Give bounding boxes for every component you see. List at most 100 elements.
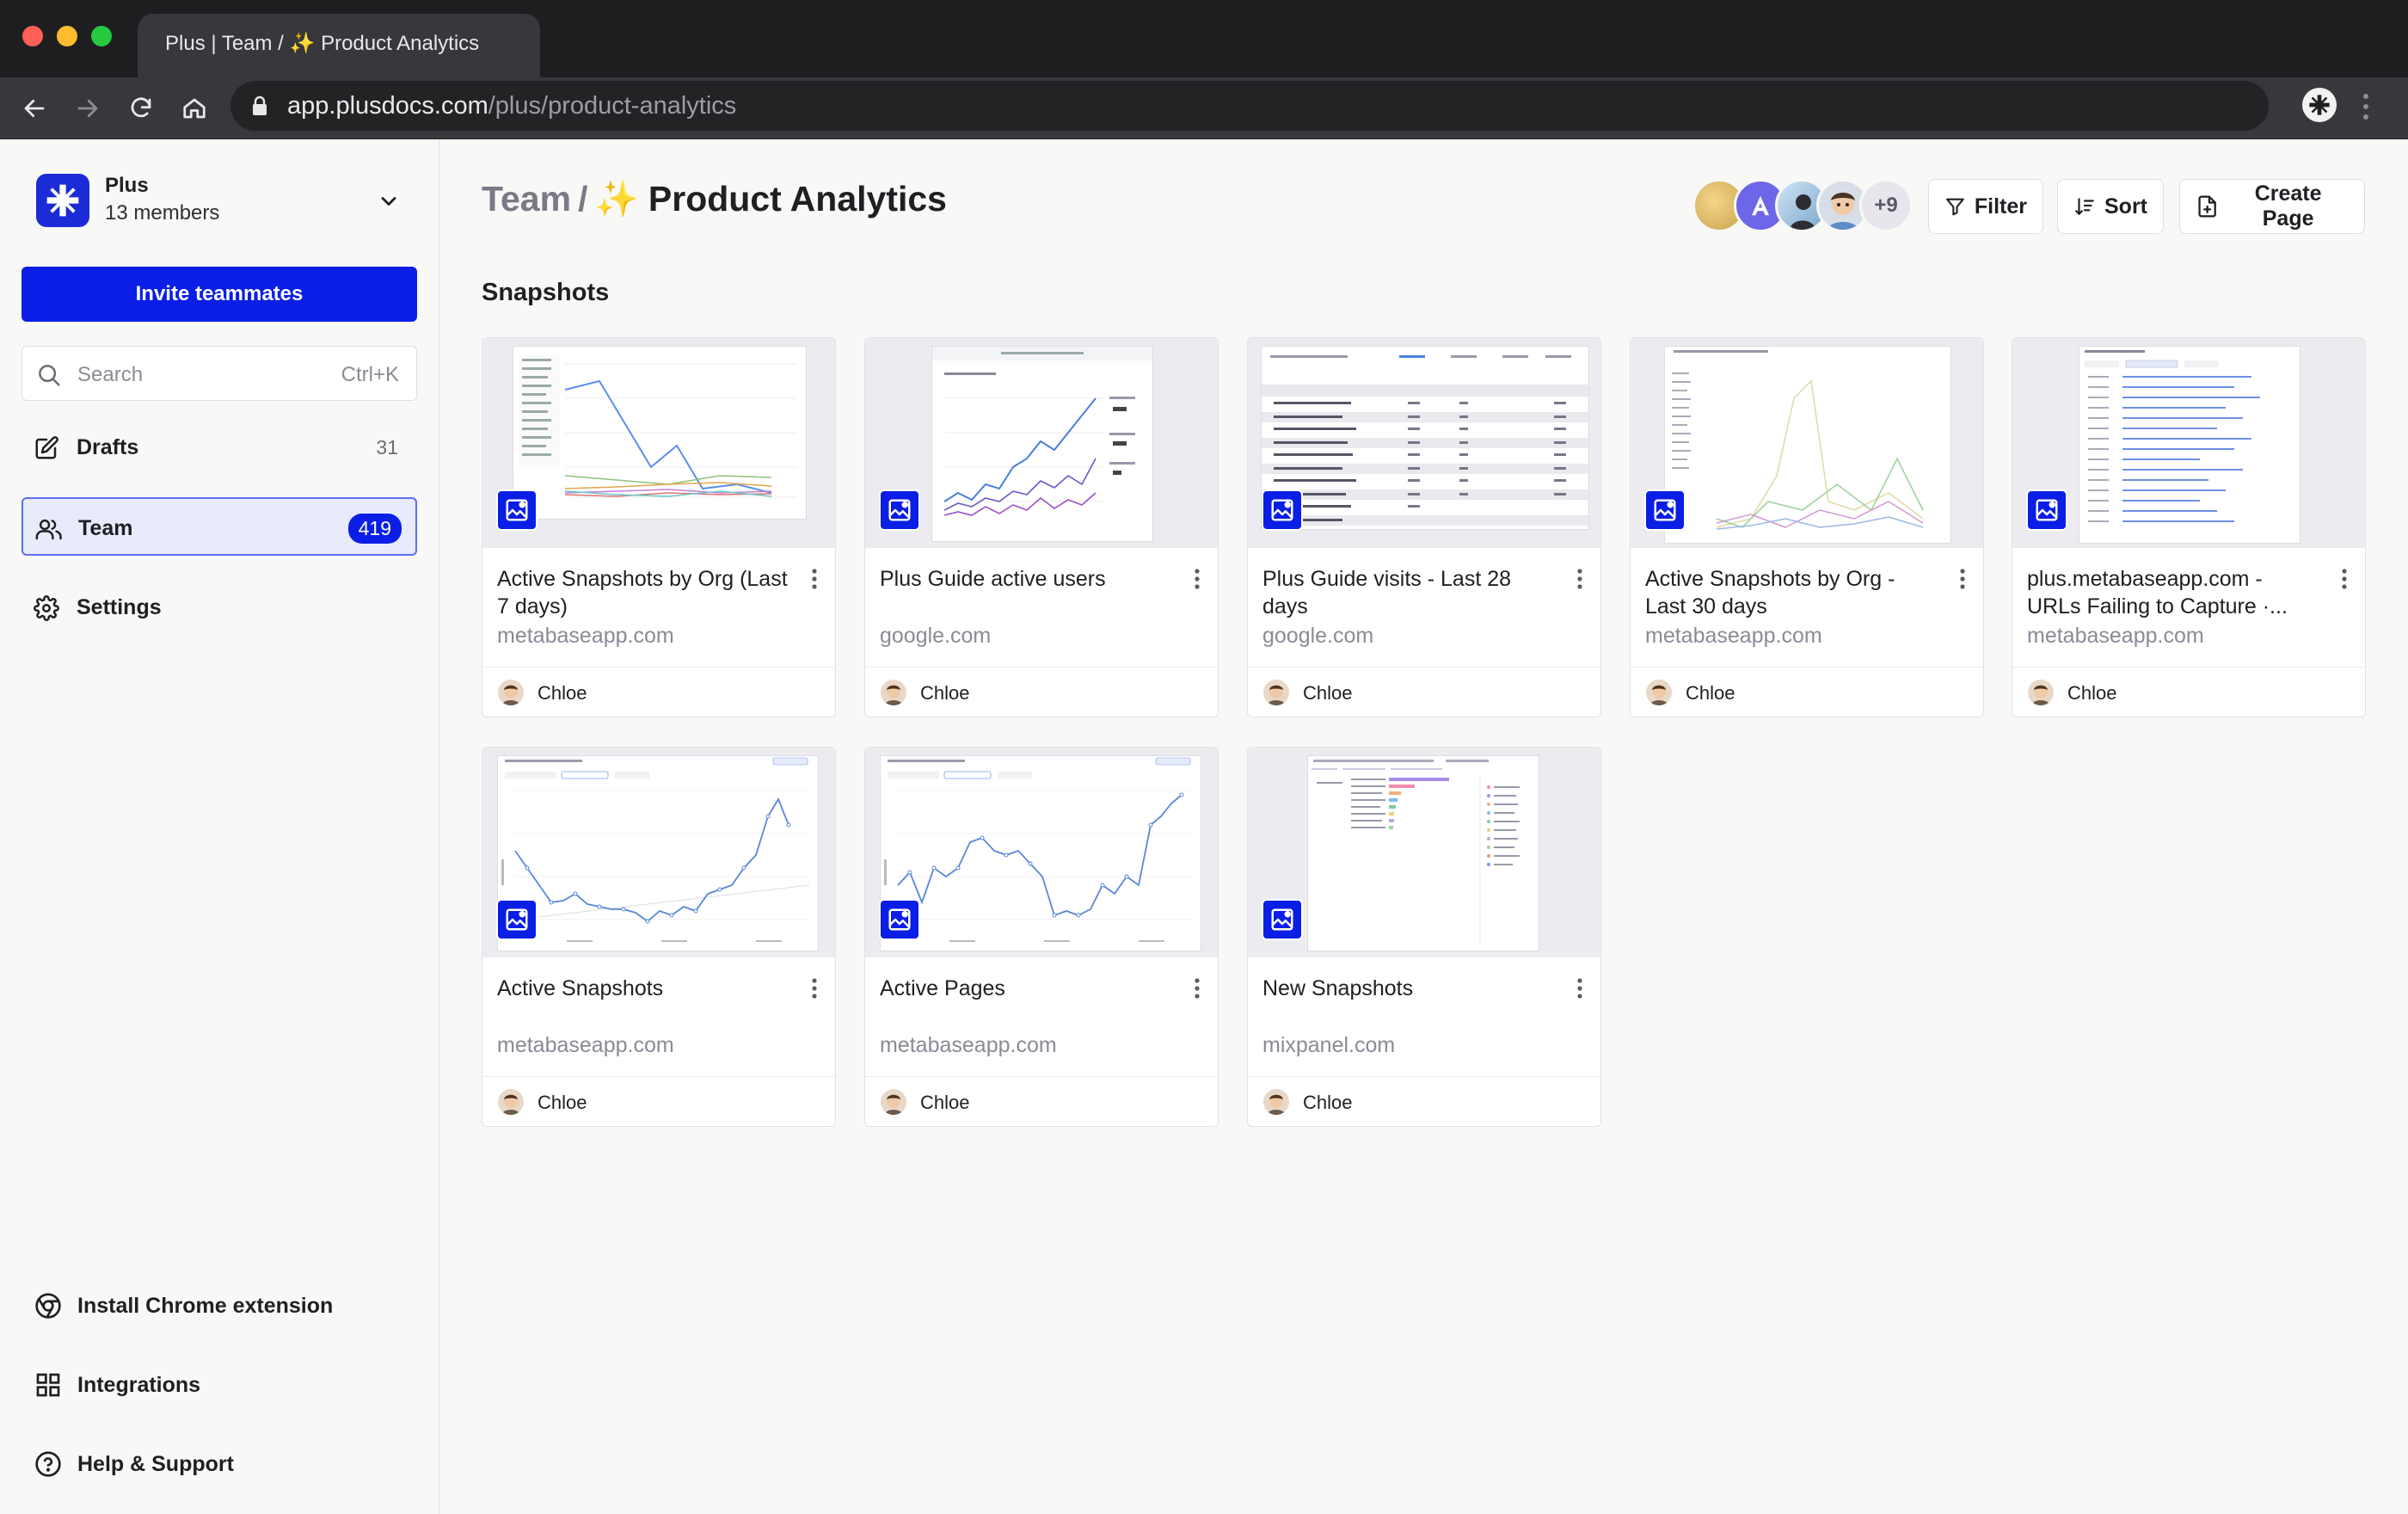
card-title[interactable]: Active Pages	[880, 975, 1172, 1002]
card-title[interactable]: New Snapshots	[1262, 975, 1555, 1002]
card-title[interactable]: Active Snapshots by Org (Last 7 days)	[497, 565, 789, 620]
snapshot-icon	[1262, 489, 1303, 531]
card-footer: Chloe	[482, 1076, 835, 1126]
plus-logo-icon	[2309, 95, 2330, 115]
card-domain: metabaseapp.com	[497, 1033, 674, 1057]
page-title: ✨ Product Analytics	[594, 179, 947, 218]
plus-extension-button[interactable]	[2302, 88, 2337, 122]
sidebar: Plus 13 members Invite teammates Search …	[0, 139, 440, 1514]
url-host: app.plusdocs.com	[287, 92, 488, 120]
kebab-menu-icon	[1577, 978, 1582, 999]
card-title[interactable]: plus.metabaseapp.com - URLs Failing to C…	[2027, 565, 2319, 620]
snapshot-card[interactable]: Active Snapshots by Org - Last 30 days m…	[1630, 337, 1984, 717]
maximize-window-button[interactable]	[91, 26, 112, 46]
invite-teammates-button[interactable]: Invite teammates	[22, 267, 417, 322]
search-input[interactable]: Search Ctrl+K	[22, 346, 417, 401]
reload-button[interactable]	[124, 91, 158, 126]
card-footer: Chloe	[2012, 667, 2365, 717]
address-bar[interactable]: app.plusdocs.com/plus/product-analytics	[230, 81, 2269, 131]
snapshot-thumbnail[interactable]	[865, 748, 1218, 957]
people-icon	[35, 519, 62, 540]
snapshot-thumbnail[interactable]	[482, 338, 835, 548]
card-title[interactable]: Plus Guide visits - Last 28 days	[1262, 565, 1555, 620]
browser-tab[interactable]: Plus | Team / ✨ Product Analytics	[138, 14, 540, 77]
lock-icon	[253, 95, 267, 115]
close-window-button[interactable]	[22, 26, 43, 46]
card-footer: Chloe	[865, 1076, 1218, 1126]
card-footer: Chloe	[482, 667, 835, 717]
filter-button[interactable]: Filter	[1928, 179, 2043, 234]
owner-avatar	[1646, 680, 1672, 705]
snapshot-card[interactable]: Plus Guide active users google.com Chloe	[864, 337, 1219, 717]
more-options-button[interactable]	[1570, 565, 1590, 593]
arrow-right-icon	[77, 99, 98, 118]
snapshot-card[interactable]: New Snapshots mixpanel.com Chloe	[1247, 747, 1601, 1127]
more-options-button[interactable]	[1187, 565, 1207, 593]
sort-icon	[2075, 198, 2094, 216]
edit-icon	[35, 436, 58, 459]
browser-menu-icon[interactable]	[2361, 89, 2371, 124]
snapshot-preview-image	[2079, 347, 2300, 543]
more-members-count[interactable]: +9	[1859, 179, 1913, 232]
snapshot-icon	[1262, 899, 1303, 940]
home-button[interactable]	[177, 91, 212, 126]
more-options-button[interactable]	[1952, 565, 1973, 593]
breadcrumb-team-link[interactable]: Team	[482, 179, 571, 218]
workspace-logo[interactable]	[36, 174, 89, 227]
card-title[interactable]: Plus Guide active users	[880, 565, 1172, 593]
snapshot-thumbnail[interactable]	[1248, 338, 1600, 548]
section-title-snapshots: Snapshots	[482, 279, 610, 306]
minimize-window-button[interactable]	[57, 26, 77, 46]
owner-avatar	[498, 680, 524, 705]
snapshot-thumbnail[interactable]	[865, 338, 1218, 548]
card-footer: Chloe	[865, 667, 1218, 717]
snapshot-preview-image	[1665, 347, 1950, 543]
snapshot-thumbnail[interactable]	[1248, 748, 1600, 957]
snapshot-card[interactable]: plus.metabaseapp.com - URLs Failing to C…	[2012, 337, 2366, 717]
card-title[interactable]: Active Snapshots by Org - Last 30 days	[1645, 565, 1938, 620]
snapshot-card[interactable]: Plus Guide visits - Last 28 days google.…	[1247, 337, 1601, 717]
kebab-menu-icon	[812, 978, 817, 999]
sort-label: Sort	[2104, 194, 2147, 218]
owner-name: Chloe	[1303, 1092, 1353, 1113]
filter-icon	[1946, 198, 1964, 216]
sidebar-item-label: Settings	[77, 595, 162, 619]
kebab-menu-icon	[1195, 569, 1200, 589]
card-footer: Chloe	[1631, 667, 1983, 717]
more-options-button[interactable]	[804, 565, 825, 593]
search-placeholder: Search	[77, 363, 144, 386]
owner-name: Chloe	[2067, 682, 2117, 704]
back-button[interactable]	[17, 91, 52, 126]
snapshot-preview-image	[513, 347, 806, 519]
more-options-button[interactable]	[804, 975, 825, 1002]
snapshot-thumbnail[interactable]	[482, 748, 835, 957]
snapshot-preview-image	[1308, 756, 1539, 951]
browser-title-bar: Plus | Team / ✨ Product Analytics	[0, 0, 2408, 77]
card-footer: Chloe	[1248, 667, 1600, 717]
owner-name: Chloe	[538, 682, 587, 704]
footer-item-label: Install Chrome extension	[77, 1294, 334, 1318]
snapshot-thumbnail[interactable]	[1631, 338, 1983, 548]
more-options-button[interactable]	[1570, 975, 1590, 1002]
card-title[interactable]: Active Snapshots	[497, 975, 789, 1002]
create-page-button[interactable]: Create Page	[2179, 179, 2365, 234]
sidebar-item-drafts[interactable]: Drafts 31	[22, 418, 417, 477]
owner-avatar	[498, 1089, 524, 1115]
sidebar-item-label: Team	[78, 516, 133, 540]
create-page-label: Create Page	[2254, 182, 2322, 231]
sidebar-item-settings[interactable]: Settings	[22, 578, 417, 637]
more-options-button[interactable]	[1187, 975, 1207, 1002]
forward-button[interactable]	[71, 91, 105, 126]
snapshot-card[interactable]: Active Snapshots by Org (Last 7 days) me…	[482, 337, 836, 717]
snapshot-card[interactable]: Active Pages metabaseapp.com Chloe	[864, 747, 1219, 1127]
card-domain: metabaseapp.com	[497, 624, 674, 648]
chevron-down-icon[interactable]	[377, 189, 401, 213]
sort-button[interactable]: Sort	[2057, 179, 2164, 234]
gear-icon	[34, 595, 59, 621]
snapshot-thumbnail[interactable]	[2012, 338, 2365, 548]
more-options-button[interactable]	[2334, 565, 2355, 593]
browser-toolbar: app.plusdocs.com/plus/product-analytics	[0, 77, 2408, 139]
owner-name: Chloe	[1686, 682, 1735, 704]
sidebar-item-team[interactable]: Team 419	[22, 497, 417, 556]
snapshot-card[interactable]: Active Snapshots metabaseapp.com Chloe	[482, 747, 836, 1127]
